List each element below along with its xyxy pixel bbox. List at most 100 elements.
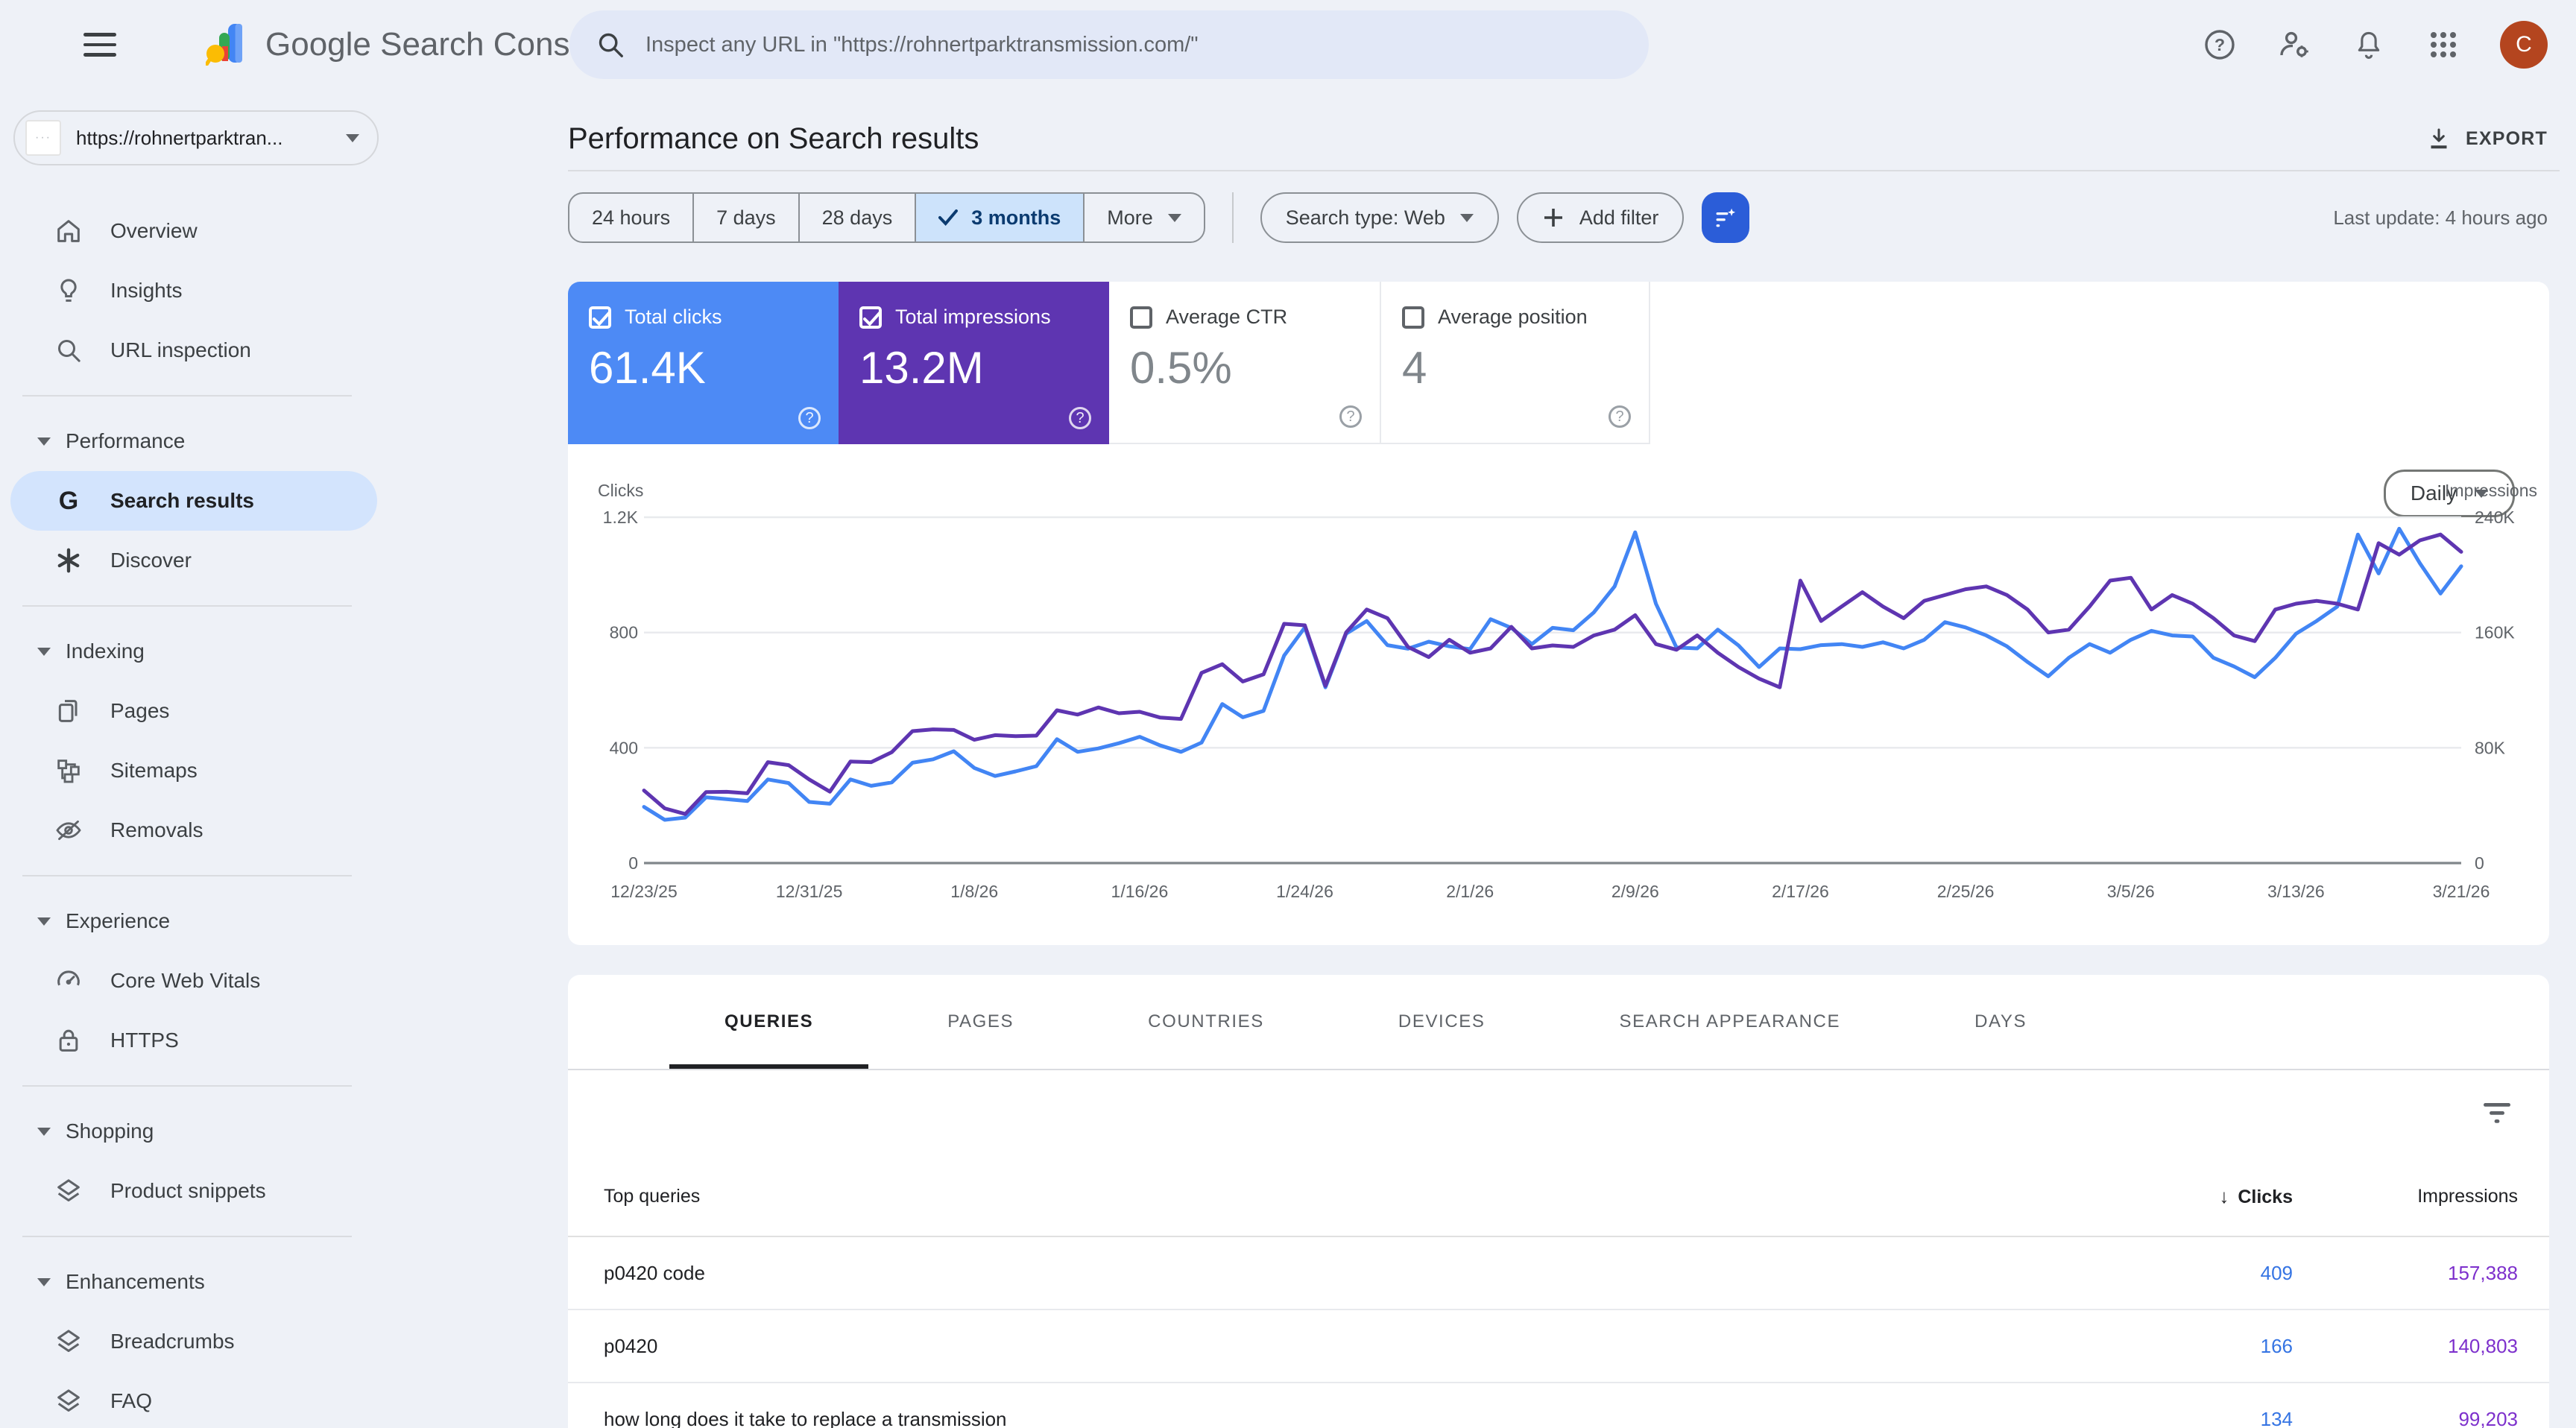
- layers-icon: [54, 1327, 83, 1356]
- search-input[interactable]: [643, 31, 1622, 59]
- average-ctr-value: 0.5%: [1130, 342, 1359, 394]
- google-apps-grid-icon[interactable]: [2425, 27, 2461, 63]
- range-7-days[interactable]: 7 days: [692, 194, 798, 241]
- filters-toolbar: 24 hours 7 days 28 days 3 months More Se…: [568, 191, 2560, 244]
- layers-icon: [54, 1386, 83, 1416]
- checkbox-unchecked-icon[interactable]: [1402, 306, 1424, 329]
- section-collapse-icon: [37, 917, 51, 926]
- sidebar-item-https[interactable]: HTTPS: [0, 1011, 391, 1070]
- column-top-queries: Top queries: [568, 1186, 2106, 1207]
- download-icon: [2425, 125, 2452, 152]
- tab-days[interactable]: DAYS: [1907, 975, 2094, 1069]
- average-ctr-card[interactable]: Average CTR 0.5% ?: [1109, 282, 1380, 444]
- google-g-icon: G: [54, 486, 83, 516]
- sidebar-section-enhancements[interactable]: Enhancements: [0, 1252, 391, 1312]
- sidebar-divider: [22, 605, 352, 607]
- checkbox-checked-icon[interactable]: [859, 306, 882, 329]
- sidebar-item-discover[interactable]: Discover: [0, 531, 391, 590]
- sidebar-item-sitemaps[interactable]: Sitemaps: [0, 741, 391, 800]
- clicks-cell: 409: [2106, 1262, 2293, 1285]
- help-icon[interactable]: ?: [798, 407, 821, 429]
- property-favicon: ···: [25, 120, 61, 156]
- tab-search-appearance[interactable]: SEARCH APPEARANCE: [1552, 975, 1907, 1069]
- dimensions-table-card: QUERIES PAGES COUNTRIES DEVICES SEARCH A…: [568, 975, 2549, 1428]
- sidebar-item-breadcrumbs[interactable]: Breadcrumbs: [0, 1312, 391, 1371]
- sidebar-item-product-snippets[interactable]: Product snippets: [0, 1161, 391, 1221]
- help-icon[interactable]: ?: [2202, 27, 2238, 63]
- sidebar-section-experience[interactable]: Experience: [0, 891, 391, 951]
- svg-text:12/31/25: 12/31/25: [776, 882, 843, 901]
- checkbox-checked-icon[interactable]: [589, 306, 611, 329]
- help-icon[interactable]: ?: [1339, 405, 1362, 428]
- section-collapse-icon: [37, 437, 51, 446]
- range-more-dropdown[interactable]: More: [1083, 194, 1204, 241]
- sidebar-item-faq[interactable]: FAQ: [0, 1371, 391, 1428]
- checkbox-unchecked-icon[interactable]: [1130, 306, 1152, 329]
- sidebar-item-core-web-vitals[interactable]: Core Web Vitals: [0, 951, 391, 1011]
- section-collapse-icon: [37, 1128, 51, 1136]
- total-clicks-card[interactable]: Total clicks 61.4K ?: [568, 282, 839, 444]
- tab-devices[interactable]: DEVICES: [1331, 975, 1553, 1069]
- notifications-bell-icon[interactable]: [2351, 27, 2387, 63]
- average-position-value: 4: [1402, 342, 1628, 394]
- column-clicks-sort[interactable]: ↓Clicks: [2106, 1185, 2293, 1208]
- total-impressions-card[interactable]: Total impressions 13.2M ?: [839, 282, 1109, 444]
- impressions-cell: 140,803: [2293, 1335, 2518, 1358]
- smart-filter-button[interactable]: [1702, 192, 1749, 243]
- tab-queries[interactable]: QUERIES: [657, 975, 880, 1069]
- query-cell: how long does it take to replace a trans…: [568, 1408, 2106, 1428]
- table-row[interactable]: how long does it take to replace a trans…: [568, 1383, 2549, 1428]
- range-28-days[interactable]: 28 days: [798, 194, 915, 241]
- toolbar-divider: [1232, 192, 1234, 243]
- average-position-card[interactable]: Average position 4 ?: [1380, 282, 1650, 444]
- svg-text:1/24/26: 1/24/26: [1276, 882, 1333, 901]
- app-header: Google Search Console ?: [0, 0, 2576, 89]
- sidebar-section-shopping[interactable]: Shopping: [0, 1102, 391, 1161]
- hamburger-menu-icon[interactable]: [83, 33, 116, 57]
- sidebar-item-search-results[interactable]: G Search results: [10, 471, 377, 531]
- search-icon: [596, 31, 625, 59]
- svg-text:1/8/26: 1/8/26: [950, 882, 998, 901]
- sidebar-divider: [22, 875, 352, 876]
- account-avatar[interactable]: C: [2500, 21, 2548, 69]
- table-row[interactable]: p0420 166 140,803: [568, 1310, 2549, 1383]
- svg-text:80K: 80K: [2475, 738, 2506, 757]
- sort-descending-icon: ↓: [2219, 1185, 2229, 1207]
- sidebar-section-indexing[interactable]: Indexing: [0, 622, 391, 681]
- tab-countries[interactable]: COUNTRIES: [1081, 975, 1331, 1069]
- title-divider: [568, 170, 2560, 171]
- search-type-filter[interactable]: Search type: Web: [1260, 192, 1499, 243]
- layers-icon: [54, 1176, 83, 1206]
- export-button[interactable]: EXPORT: [2425, 125, 2560, 152]
- url-inspection-searchbar[interactable]: [569, 10, 1649, 79]
- property-selector[interactable]: ··· https://rohnertparktran...: [13, 110, 379, 165]
- lightbulb-icon: [54, 276, 83, 306]
- sidebar-item-url-inspection[interactable]: URL inspection: [0, 320, 391, 380]
- sidebar-item-overview[interactable]: Overview: [0, 201, 391, 261]
- range-24-hours[interactable]: 24 hours: [569, 194, 692, 241]
- add-filter-button[interactable]: Add filter: [1517, 192, 1685, 243]
- sidebar-section-performance[interactable]: Performance: [0, 411, 391, 471]
- help-icon[interactable]: ?: [1069, 407, 1091, 429]
- sidebar-item-insights[interactable]: Insights: [0, 261, 391, 320]
- sidebar-item-pages[interactable]: Pages: [0, 681, 391, 741]
- page-title: Performance on Search results: [568, 122, 979, 156]
- svg-text:Impressions: Impressions: [2445, 481, 2537, 500]
- svg-text:240K: 240K: [2475, 508, 2515, 527]
- svg-text:3/5/26: 3/5/26: [2107, 882, 2155, 901]
- help-icon[interactable]: ?: [1609, 405, 1631, 428]
- svg-text:12/23/25: 12/23/25: [610, 882, 678, 901]
- svg-text:3/13/26: 3/13/26: [2267, 882, 2325, 901]
- svg-text:0: 0: [628, 853, 638, 873]
- tab-pages[interactable]: PAGES: [880, 975, 1081, 1069]
- table-filter-icon[interactable]: [2484, 1103, 2510, 1124]
- home-icon: [54, 216, 83, 246]
- sitemap-icon: [54, 756, 83, 786]
- table-row[interactable]: p0420 code 409 157,388: [568, 1237, 2549, 1310]
- column-impressions[interactable]: Impressions: [2293, 1186, 2518, 1207]
- sidebar-divider: [22, 1085, 352, 1087]
- range-3-months-selected[interactable]: 3 months: [915, 194, 1083, 241]
- total-impressions-value: 13.2M: [859, 342, 1088, 394]
- sidebar-item-removals[interactable]: Removals: [0, 800, 391, 860]
- user-settings-icon[interactable]: [2276, 27, 2312, 63]
